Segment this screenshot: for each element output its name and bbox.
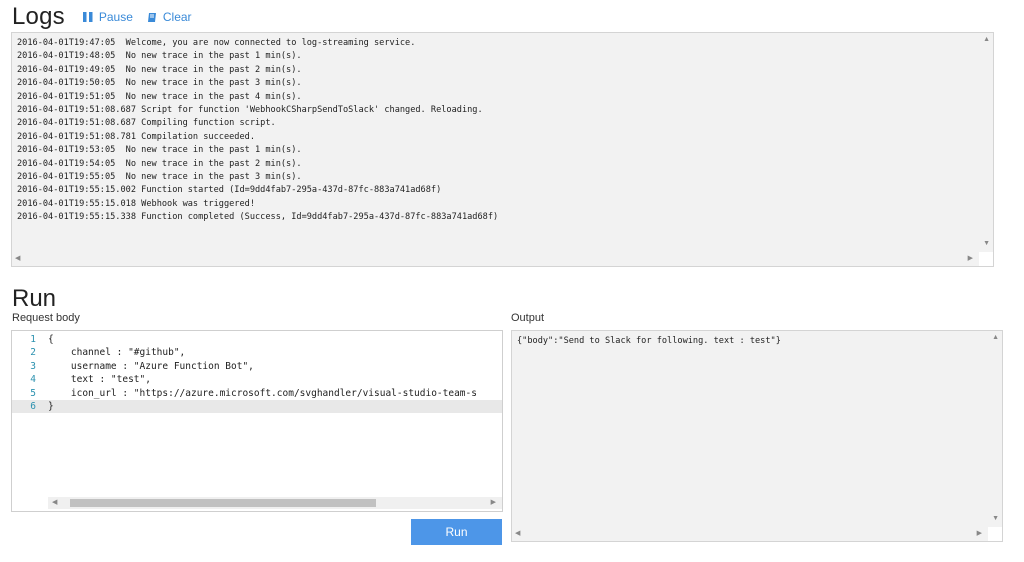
code-line[interactable]: 6} <box>12 400 502 414</box>
code-line[interactable]: 5 icon_url : "https://azure.microsoft.co… <box>12 387 502 400</box>
request-body-label: Request body <box>12 312 80 324</box>
clear-icon <box>147 12 156 22</box>
log-line: 2016-04-01T19:49:05 No new trace in the … <box>17 64 302 75</box>
clear-button[interactable]: Clear <box>147 10 192 24</box>
log-line: 2016-04-01T19:53:05 No new trace in the … <box>17 145 302 156</box>
pause-button[interactable]: Pause <box>82 10 133 24</box>
logs-title: Logs <box>12 3 65 30</box>
line-number: 1 <box>30 334 36 345</box>
log-line: 2016-04-01T19:51:08.687 Compiling functi… <box>17 118 276 129</box>
run-button[interactable]: Run <box>411 519 502 545</box>
log-line: 2016-04-01T19:47:05 Welcome, you are now… <box>17 38 416 48</box>
code-text: text : "test", <box>48 374 151 386</box>
line-number: 5 <box>30 387 36 399</box>
log-line: 2016-04-01T19:51:08.687 Script for funct… <box>17 105 483 116</box>
line-number: 2 <box>30 347 36 359</box>
scroll-right-icon[interactable]: ▶ <box>968 255 973 263</box>
log-line: 2016-04-01T19:55:15.338 Function complet… <box>17 212 499 223</box>
log-line: 2016-04-01T19:51:05 No new trace in the … <box>17 91 302 102</box>
code-text: channel : "#github", <box>48 347 186 359</box>
output-horizontal-scrollbar[interactable]: ◀ ▶ <box>512 527 988 541</box>
scroll-down-icon[interactable]: ▼ <box>983 240 990 248</box>
output-panel: {"body":"Send to Slack for following. te… <box>511 330 1003 542</box>
log-line: 2016-04-01T19:55:15.018 Webhook was trig… <box>17 198 255 209</box>
output-scroll-right-icon[interactable]: ▶ <box>977 530 982 538</box>
log-line: 2016-04-01T19:51:08.781 Compilation succ… <box>17 131 255 142</box>
clear-label: Clear <box>162 10 192 24</box>
code-line[interactable]: 2 channel : "#github", <box>12 346 502 359</box>
editor-scroll-left-icon[interactable]: ◀ <box>52 499 57 507</box>
output-scroll-left-icon[interactable]: ◀ <box>515 530 520 538</box>
code-text: { <box>48 334 54 345</box>
output-vertical-scrollbar[interactable]: ▲ ▼ <box>988 331 1002 541</box>
output-label: Output <box>511 312 545 324</box>
pause-icon <box>82 12 93 22</box>
log-lines: 2016-04-01T19:47:05 Welcome, you are now… <box>17 37 971 225</box>
request-body-editor[interactable]: 1{2 channel : "#github", 3 username : "Az… <box>11 330 503 512</box>
log-line: 2016-04-01T19:55:15.002 Function started… <box>17 185 442 196</box>
output-scroll-down-icon[interactable]: ▼ <box>992 515 999 523</box>
line-number: 4 <box>30 374 36 386</box>
log-stream-panel[interactable]: 2016-04-01T19:47:05 Welcome, you are now… <box>11 32 994 267</box>
code-text: icon_url : "https://azure.microsoft.com/… <box>48 387 477 399</box>
scroll-left-icon[interactable]: ◀ <box>15 255 20 263</box>
log-line: 2016-04-01T19:54:05 No new trace in the … <box>17 158 302 169</box>
log-line: 2016-04-01T19:50:05 No new trace in the … <box>17 78 302 89</box>
line-number: 6 <box>30 401 36 412</box>
logs-horizontal-scrollbar[interactable]: ◀ ▶ <box>12 252 979 266</box>
code-line[interactable]: 3 username : "Azure Function Bot", <box>12 360 502 373</box>
output-scroll-corner <box>988 527 1002 541</box>
output-text: {"body":"Send to Slack for following. te… <box>517 336 781 346</box>
code-line[interactable]: 4 text : "test", <box>12 373 502 386</box>
scroll-corner <box>979 252 993 266</box>
logs-vertical-scrollbar[interactable]: ▲ ▼ <box>979 33 993 266</box>
logs-header: Logs Pause Clear <box>12 3 192 31</box>
line-number: 3 <box>30 360 36 372</box>
editor-horizontal-scrollbar[interactable]: ◀ ▶ <box>48 497 502 509</box>
pause-label: Pause <box>98 10 133 24</box>
editor-scroll-right-icon[interactable]: ▶ <box>491 499 496 507</box>
log-line: 2016-04-01T19:55:05 No new trace in the … <box>17 172 302 183</box>
code-text: } <box>48 401 54 412</box>
output-scroll-up-icon[interactable]: ▲ <box>992 334 999 342</box>
log-line: 2016-04-01T19:48:05 No new trace in the … <box>17 51 302 62</box>
code-text: username : "Azure Function Bot", <box>48 360 254 372</box>
code-line[interactable]: 1{ <box>12 333 502 346</box>
editor-scroll-thumb[interactable] <box>70 499 376 507</box>
scroll-up-icon[interactable]: ▲ <box>983 36 990 44</box>
run-title: Run <box>12 285 57 312</box>
